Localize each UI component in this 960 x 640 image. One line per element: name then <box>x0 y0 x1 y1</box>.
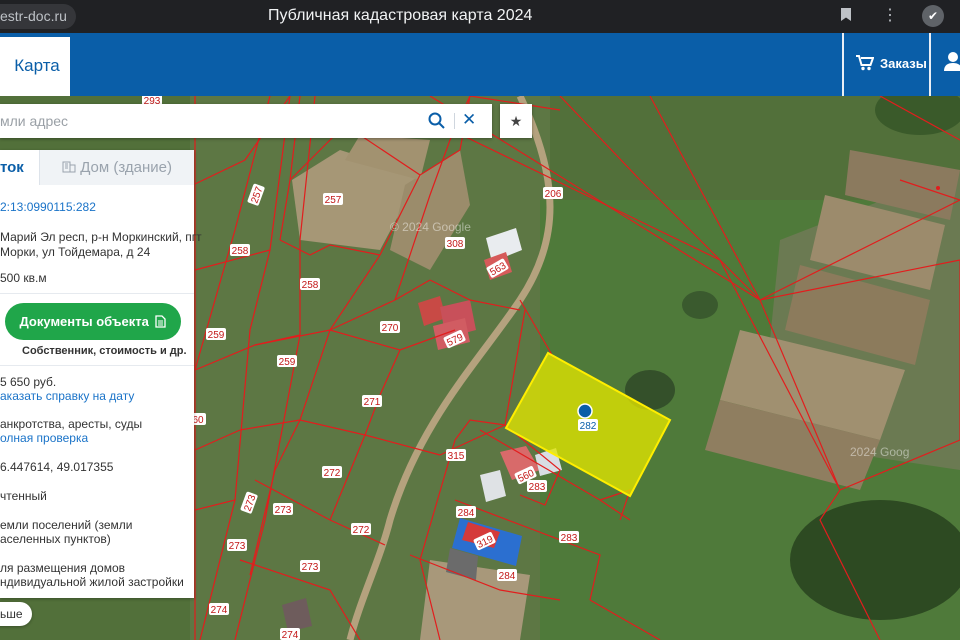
status-value: чтенный <box>0 489 47 503</box>
tab-parcel[interactable]: ток <box>0 150 40 185</box>
svg-text:274: 274 <box>211 605 228 616</box>
parcel-label[interactable]: 283 <box>559 531 579 544</box>
orders-button[interactable]: Заказы <box>856 55 927 71</box>
svg-text:259: 259 <box>279 357 296 368</box>
divider <box>0 365 194 366</box>
cadastral-number[interactable]: 2:13:0990115:282 <box>0 200 96 215</box>
cadastral-cost: 5 650 руб. <box>0 375 57 389</box>
parcel-label[interactable]: 259 <box>277 355 297 368</box>
shield-icon[interactable]: ✔ <box>922 5 944 27</box>
object-info-panel: ток Дом (здание) 2:13:0990115:282 Марий … <box>0 150 202 598</box>
orders-label: Заказы <box>880 55 927 71</box>
search-divider <box>454 113 455 129</box>
parcel-label[interactable]: 258 <box>230 244 250 257</box>
parcel-label[interactable]: 258 <box>300 278 320 291</box>
land-category-line1: емли поселений (земли <box>0 518 133 532</box>
search-bar: ✕ <box>0 104 492 138</box>
close-icon[interactable]: ✕ <box>462 110 476 130</box>
bankruptcy-text: анкротства, аресты, суды <box>0 417 143 431</box>
parcel-label[interactable]: 282 <box>578 419 598 432</box>
header-divider <box>842 33 844 96</box>
parcel-label[interactable]: 259 <box>206 328 226 341</box>
area-value: 500 кв.м <box>0 271 47 285</box>
parcel-label[interactable]: 284 <box>497 569 517 582</box>
app-header: Карта Заказы <box>0 33 960 96</box>
tab-house[interactable]: Дом (здание) <box>40 150 194 185</box>
coordinates: 6.447614, 49.017355 <box>0 460 114 474</box>
parcel-label[interactable]: 272 <box>351 523 371 536</box>
parcel-label[interactable]: 315 <box>446 449 466 462</box>
svg-text:282: 282 <box>580 421 597 432</box>
map-watermark: © 2024 Google <box>390 220 471 234</box>
window-title: Публичная кадастровая карта 2024 <box>268 7 533 24</box>
address-line2: Морки, ул Тойдемара, д 24 <box>0 245 151 259</box>
parcel-label[interactable]: 270 <box>380 321 400 334</box>
more-button[interactable]: ьше <box>0 602 32 626</box>
svg-text:257: 257 <box>325 195 342 206</box>
document-icon <box>155 315 167 328</box>
object-documents-button[interactable]: Документы объекта <box>5 303 181 340</box>
svg-text:259: 259 <box>208 330 225 341</box>
parcel-label[interactable]: 272 <box>322 466 342 479</box>
svg-text:283: 283 <box>529 482 546 493</box>
parcel-label[interactable]: 206 <box>543 187 563 200</box>
svg-text:60: 60 <box>192 415 204 426</box>
parcel-label[interactable]: 283 <box>527 480 547 493</box>
order-report-link[interactable]: аказать справку на дату <box>0 389 134 404</box>
browser-titlebar: estr-doc.ru Публичная кадастровая карта … <box>0 0 960 33</box>
map-watermark-2: 2024 Goog <box>850 445 909 459</box>
svg-text:272: 272 <box>324 468 341 479</box>
svg-text:206: 206 <box>545 189 562 200</box>
svg-text:273: 273 <box>275 505 292 516</box>
parcel-label[interactable]: 271 <box>362 395 382 408</box>
svg-text:274: 274 <box>282 630 299 640</box>
parcel-label[interactable]: 274 <box>280 628 300 640</box>
parcel-label[interactable]: 284 <box>456 506 476 519</box>
svg-text:308: 308 <box>447 239 464 250</box>
address-bar[interactable]: estr-doc.ru <box>0 4 76 29</box>
svg-text:284: 284 <box>458 508 475 519</box>
svg-text:258: 258 <box>232 246 249 257</box>
panel-tabs: ток Дом (здание) <box>0 150 194 185</box>
building-icon <box>62 161 76 173</box>
parcel-label[interactable]: 257 <box>323 193 343 206</box>
parcel-label[interactable]: 273 <box>273 503 293 516</box>
land-category-line2: аселенных пунктов) <box>0 532 111 546</box>
svg-text:270: 270 <box>382 323 399 334</box>
svg-text:284: 284 <box>499 571 516 582</box>
svg-text:315: 315 <box>448 451 465 462</box>
full-check-link[interactable]: олная проверка <box>0 431 88 446</box>
user-icon[interactable] <box>944 51 960 76</box>
header-divider <box>929 33 931 96</box>
bookmark-icon[interactable] <box>840 7 852 26</box>
divider <box>0 293 194 294</box>
parcel-label[interactable]: 273 <box>227 539 247 552</box>
parcel-label[interactable]: 273 <box>300 560 320 573</box>
permitted-use-line1: ля размещения домов <box>0 561 126 575</box>
search-input[interactable] <box>0 104 420 138</box>
svg-text:271: 271 <box>364 397 381 408</box>
svg-text:273: 273 <box>229 541 246 552</box>
star-icon: ★ <box>509 113 523 129</box>
favorites-button[interactable]: ★ <box>500 104 532 138</box>
parcel-label[interactable]: 308 <box>445 237 465 250</box>
svg-text:283: 283 <box>561 533 578 544</box>
kebab-menu-icon[interactable]: ⋮ <box>882 5 898 25</box>
svg-text:258: 258 <box>302 280 319 291</box>
tab-map[interactable]: Карта <box>0 37 70 96</box>
address-line1: Марий Эл респ, р-н Моркинский, пгт <box>0 230 202 244</box>
svg-text:273: 273 <box>302 562 319 573</box>
permitted-use-line2: ндивидуальной жилой застройки <box>0 575 184 589</box>
cart-icon <box>856 55 874 71</box>
svg-text:272: 272 <box>353 525 370 536</box>
search-icon[interactable] <box>428 112 445 134</box>
documents-subtitle: Собственник, стоимость и др. <box>22 345 187 357</box>
parcel-label[interactable]: 274 <box>209 603 229 616</box>
